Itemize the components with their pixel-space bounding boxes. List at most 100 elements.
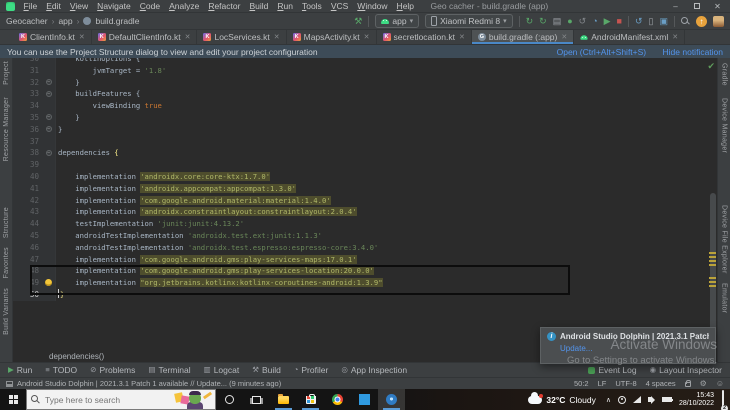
profiler-icon[interactable]: ◔ (592, 16, 597, 26)
attach-debugger-icon[interactable]: ▤ (553, 16, 562, 26)
taskbar-android-studio-button[interactable] (378, 389, 405, 410)
line-number[interactable]: 50 (13, 288, 43, 301)
banner-open-link[interactable]: Open (Ctrl+Alt+Shift+S) (557, 47, 647, 57)
fold-marker-icon[interactable]: − (45, 90, 52, 97)
sdk-manager-icon[interactable]: ▣ (659, 16, 668, 26)
minimize-button[interactable]: – (665, 2, 686, 11)
toolwindow-layout-inspector[interactable]: ◉ Layout Inspector (650, 365, 722, 375)
code-line-33[interactable]: 33− buildFeatures { (13, 88, 717, 101)
breadcrumb-build-gradle[interactable]: build.gradle (95, 16, 139, 26)
taskbar-search[interactable] (26, 389, 216, 410)
action-center-button[interactable]: 2 (721, 389, 728, 410)
maximize-button[interactable] (686, 2, 707, 11)
toolwindow-problems[interactable]: ⊘ Problems (90, 365, 135, 375)
tab-secretlocation-kt[interactable]: Ksecretlocation.kt ✕ (377, 30, 472, 44)
code-line-37[interactable]: 37 (13, 135, 717, 148)
line-number[interactable]: 48 (13, 265, 43, 278)
fold-marker-icon[interactable]: − (45, 114, 52, 121)
line-number[interactable]: 37 (13, 135, 43, 148)
menu-analyze[interactable]: Analyze (165, 1, 204, 11)
status-message[interactable]: Android Studio Dolphin | 2021.3.1 Patch … (17, 379, 281, 388)
taskbar-vscode-button[interactable] (351, 389, 378, 410)
tab-build-gradle-app[interactable]: Gbuild.gradle (:app) ✕ (471, 30, 575, 44)
line-number[interactable]: 38 (13, 147, 43, 160)
line-number[interactable]: 31 (13, 64, 43, 77)
menu-edit[interactable]: Edit (42, 1, 66, 11)
device-selector[interactable]: Xiaomi Redmi 8 ▾ (425, 14, 513, 28)
volume-icon[interactable] (647, 395, 655, 404)
code-line-49[interactable]: 49 implementation "org.jetbrains.kotlinx… (13, 277, 717, 289)
code-line-32[interactable]: 32− } (13, 76, 717, 89)
tool-stripe-device-file-explorer[interactable]: Device File Explorer (721, 205, 728, 274)
search-input[interactable] (45, 394, 150, 405)
person-icon[interactable] (617, 395, 626, 404)
code-line-44[interactable]: 44 testImplementation 'junit:junit:4.13.… (13, 218, 717, 230)
taskbar-clock[interactable]: 15:43 28/10/2022 (679, 392, 714, 408)
menu-refactor[interactable]: Refactor (204, 1, 245, 11)
menu-tools[interactable]: Tools (297, 1, 326, 11)
tab-defaultclientinfo-kt[interactable]: K DefaultClientInfo.kt ✕ (92, 30, 198, 44)
toolwindow-toggle-icon[interactable] (6, 380, 13, 387)
tab-clientinfo-kt[interactable]: K ClientInfo.kt ✕ (13, 30, 92, 44)
breadcrumb-app[interactable]: app (58, 16, 72, 26)
toolwindow-event-log[interactable]: Event Log (588, 365, 637, 375)
code-line-40[interactable]: 40 implementation 'androidx.core:core-kt… (13, 170, 717, 183)
code-line-50[interactable]: 50} (13, 288, 717, 301)
toolwindow-profiler[interactable]: ◔ Profiler (294, 365, 328, 375)
breadcrumb-geocacher[interactable]: Geocacher (6, 16, 48, 26)
run-config-selector[interactable]: app ▾ (375, 14, 420, 28)
menu-file[interactable]: File (19, 1, 42, 11)
toolwindow-logcat[interactable]: ▥ Logcat (204, 365, 240, 375)
menu-navigate[interactable]: Navigate (93, 1, 136, 11)
menu-run[interactable]: Run (273, 1, 298, 11)
line-separator[interactable]: LF (598, 379, 607, 388)
popup-update-link[interactable]: Update... (560, 344, 592, 353)
banner-hide-link[interactable]: Hide notification (663, 47, 723, 57)
code-line-46[interactable]: 46 androidTestImplementation 'androidx.t… (13, 241, 717, 254)
scrollbar-thumb[interactable] (710, 193, 716, 333)
code-line-30[interactable]: 30 kotlinOptions { (13, 58, 717, 65)
editor-scrollbar[interactable]: ✔ (707, 58, 717, 350)
code-editor[interactable]: 30 kotlinOptions {31 jvmTarget = '1.8' 32… (13, 58, 717, 362)
tool-stripe-resource-manager[interactable]: Resource Manager (3, 97, 10, 161)
readonly-lock-icon[interactable] (684, 380, 692, 387)
code-line-48[interactable]: 48 implementation 'com.google.android.gm… (13, 265, 717, 278)
tab-mapsactivity-kt[interactable]: K MapsActivity.kt ✕ (287, 30, 377, 44)
indent-setting[interactable]: 4 spaces (646, 379, 676, 388)
code-line-45[interactable]: 45 androidTestImplementation 'androidx.t… (13, 229, 717, 242)
toolwindow-run[interactable]: ▶ Run (8, 365, 32, 375)
line-number[interactable]: 45 (13, 229, 43, 242)
network-icon[interactable] (632, 396, 641, 403)
line-number[interactable]: 43 (13, 206, 43, 219)
tool-stripe-gradle[interactable]: Gradle (721, 63, 728, 86)
close-button[interactable]: ✕ (707, 2, 728, 11)
toolwindow-todo[interactable]: ≡ TODO (45, 365, 77, 375)
menu-window[interactable]: Window (353, 1, 392, 11)
line-number[interactable]: 49 (13, 277, 43, 289)
apply-changes-icon[interactable]: ↻ (539, 16, 547, 26)
code-line-42[interactable]: 42 implementation 'com.google.android.ma… (13, 194, 717, 207)
tool-stripe-device-manager[interactable]: Device Manager (721, 98, 728, 153)
toolwindow-terminal[interactable]: ▤ Terminal (148, 365, 190, 375)
line-number[interactable]: 47 (13, 253, 43, 266)
tab-close-icon[interactable]: ✕ (561, 33, 567, 41)
line-number[interactable]: 33 (13, 88, 43, 101)
tool-stripe-project[interactable]: Project (3, 61, 10, 85)
line-number[interactable]: 32 (13, 76, 43, 89)
tool-stripe-build-variants[interactable]: Build Variants (3, 288, 10, 335)
code-line-43[interactable]: 43 implementation 'androidx.constraintla… (13, 206, 717, 219)
line-number[interactable]: 44 (13, 218, 43, 230)
fold-marker-icon[interactable]: − (45, 126, 52, 133)
tool-stripe-emulator[interactable]: Emulator (721, 283, 728, 313)
line-number[interactable]: 30 (13, 58, 43, 65)
code-line-47[interactable]: 47 implementation 'com.google.android.gm… (13, 253, 717, 266)
code-line-38[interactable]: 38− dependencies { (13, 147, 717, 160)
device-manager-icon[interactable]: ▯ (649, 16, 654, 26)
code-line-36[interactable]: 36−} (13, 123, 717, 136)
tab-close-icon[interactable]: ✕ (672, 33, 678, 41)
tool-stripe-structure[interactable]: Structure (3, 207, 10, 238)
line-number[interactable]: 35 (13, 111, 43, 124)
menu-code[interactable]: Code (135, 1, 164, 11)
tab-close-icon[interactable]: ✕ (364, 33, 370, 41)
line-number[interactable]: 40 (13, 170, 43, 183)
